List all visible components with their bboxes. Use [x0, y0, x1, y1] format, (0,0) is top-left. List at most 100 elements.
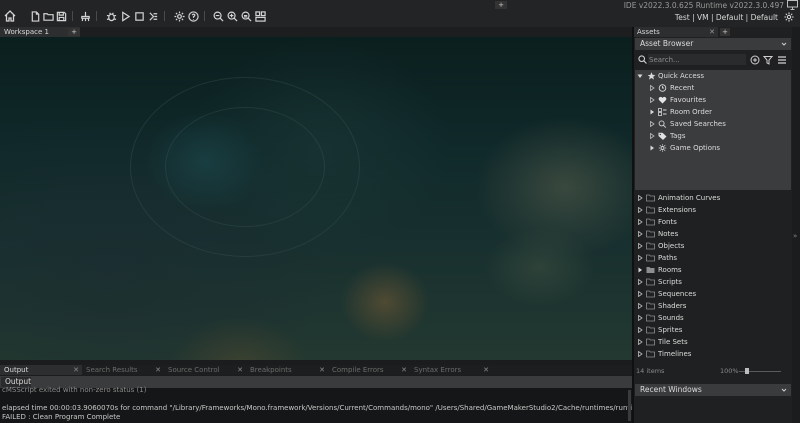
chevron-right-icon[interactable]: » [793, 232, 799, 240]
tree-item-scripts[interactable]: Scripts [635, 276, 791, 288]
home-icon[interactable] [2, 8, 17, 23]
recent-icon [658, 84, 667, 92]
stop-icon[interactable] [133, 10, 145, 22]
tree-item-sprites[interactable]: Sprites [635, 324, 791, 336]
zoom-slider-handle[interactable] [745, 368, 750, 374]
tree-item-tile-sets[interactable]: Tile Sets [635, 336, 791, 348]
zoom-out-icon[interactable] [212, 10, 224, 22]
recent-windows-select[interactable]: Recent Windows [635, 384, 791, 396]
tree-item-fonts[interactable]: Fonts [635, 216, 791, 228]
run-icon[interactable] [119, 10, 131, 22]
chevron-right-icon [638, 195, 643, 201]
new-file-icon[interactable] [29, 10, 41, 22]
assets-panel: Assets ✕ + Asset Browser Quick Access Rec… [634, 27, 792, 423]
menu-icon[interactable] [777, 55, 787, 65]
target-config-text[interactable]: Test | VM | Default | Default [675, 13, 778, 22]
close-icon[interactable]: ✕ [319, 365, 325, 375]
help-icon[interactable] [187, 10, 199, 22]
tree-item-animation-curves[interactable]: Animation Curves [635, 192, 791, 204]
tree-item-label: Shaders [658, 302, 687, 310]
close-icon[interactable]: ✕ [237, 365, 243, 375]
chevron-right-icon [638, 243, 643, 249]
create-executable-icon[interactable] [147, 10, 159, 22]
tab-output-0[interactable]: Output ✕ [0, 365, 82, 375]
tree-item-label: Notes [658, 230, 679, 238]
add-circle-icon[interactable] [750, 55, 760, 65]
tree-item-sequences[interactable]: Sequences [635, 288, 791, 300]
gear-icon[interactable] [784, 12, 794, 22]
monitor-icon[interactable] [787, 0, 798, 10]
settings-icon[interactable] [173, 10, 185, 22]
zoom-in-icon[interactable] [226, 10, 238, 22]
chevron-right-icon [638, 351, 643, 357]
workspace-canvas[interactable] [0, 37, 632, 360]
tab-label: Output [4, 366, 29, 374]
tab-output-5[interactable]: Syntax Errors ✕ [410, 365, 492, 375]
tree-item-room-order[interactable]: Room Order [635, 106, 791, 118]
chevron-right-icon [638, 327, 643, 333]
output-line: elapsed time 00:00:03.9060070s for comma… [2, 404, 697, 412]
folder-icon [646, 267, 655, 273]
tree-item-tags[interactable]: Tags [635, 130, 791, 142]
debug-icon[interactable] [105, 10, 117, 22]
tree-item-recent[interactable]: Recent [635, 82, 791, 94]
tree-item-favourites[interactable]: Favourites [635, 94, 791, 106]
folder-icon [646, 218, 655, 226]
tree-item-label: Rooms [658, 266, 682, 274]
decorative-ring [165, 107, 325, 227]
tree-item-timelines[interactable]: Timelines [635, 348, 791, 360]
tree-item-shaders[interactable]: Shaders [635, 300, 791, 312]
chevron-right-icon [638, 291, 643, 297]
tree-item-rooms[interactable]: Rooms [635, 264, 791, 276]
tab-assets[interactable]: Assets ✕ [634, 27, 718, 37]
tree-item-label: Tags [670, 132, 686, 140]
tree-item-saved-searches[interactable]: Saved Searches [635, 118, 791, 130]
tab-output-1[interactable]: Search Results ✕ [82, 365, 164, 375]
folder-icon [646, 194, 655, 202]
filter-icon[interactable] [763, 55, 773, 65]
tab-output-3[interactable]: Breakpoints ✕ [246, 365, 328, 375]
toolbar-separator [72, 11, 73, 21]
tab-label: Syntax Errors [414, 366, 462, 374]
search-input[interactable] [648, 54, 746, 65]
tab-output-2[interactable]: Source Control ✕ [164, 365, 246, 375]
tree-item-label: Fonts [658, 218, 677, 226]
tab-output-4[interactable]: Compile Errors ✕ [328, 365, 410, 375]
tree-item-game-options[interactable]: Game Options [635, 142, 791, 154]
add-workspace-button[interactable]: + [68, 28, 80, 36]
workspace-layout-icon[interactable] [254, 10, 266, 22]
room-order-icon [658, 108, 667, 116]
close-icon[interactable]: ✕ [401, 365, 407, 375]
tab-label: Breakpoints [250, 366, 292, 374]
tree-item-extensions[interactable]: Extensions [635, 204, 791, 216]
close-icon[interactable]: ✕ [155, 365, 161, 375]
chevron-right-icon [638, 303, 643, 309]
save-icon[interactable] [55, 10, 67, 22]
close-icon[interactable]: ✕ [483, 365, 489, 375]
tree-item-quick-access[interactable]: Quick Access [635, 70, 791, 82]
add-output-tab-button[interactable]: + [495, 1, 507, 9]
asset-browser-select[interactable]: Asset Browser [635, 38, 791, 50]
close-icon[interactable]: ✕ [73, 365, 79, 375]
open-folder-icon[interactable] [42, 10, 54, 22]
tree-item-sounds[interactable]: Sounds [635, 312, 791, 324]
tree-item-objects[interactable]: Objects [635, 240, 791, 252]
recent-windows-label: Recent Windows [640, 385, 702, 394]
close-icon[interactable]: ✕ [709, 27, 715, 37]
folder-icon [646, 242, 655, 250]
tree-item-paths[interactable]: Paths [635, 252, 791, 264]
chevron-down-icon [781, 388, 787, 392]
zoom-reset-icon[interactable] [240, 10, 252, 22]
tree-item-label: Sounds [658, 314, 684, 322]
workspace-tab-bar: Workspace 1 + [0, 27, 632, 37]
folder-icon [646, 254, 655, 262]
tree-item-label: Recent [670, 84, 695, 92]
tree-item-label: Sequences [658, 290, 697, 298]
asset-search-row [634, 53, 792, 67]
tree-item-notes[interactable]: Notes [635, 228, 791, 240]
output-scrollbar[interactable] [628, 390, 631, 421]
add-panel-button[interactable]: + [720, 28, 730, 36]
chevron-right-icon [638, 315, 643, 321]
clean-icon[interactable] [79, 10, 91, 22]
tab-label: Workspace 1 [4, 28, 49, 36]
